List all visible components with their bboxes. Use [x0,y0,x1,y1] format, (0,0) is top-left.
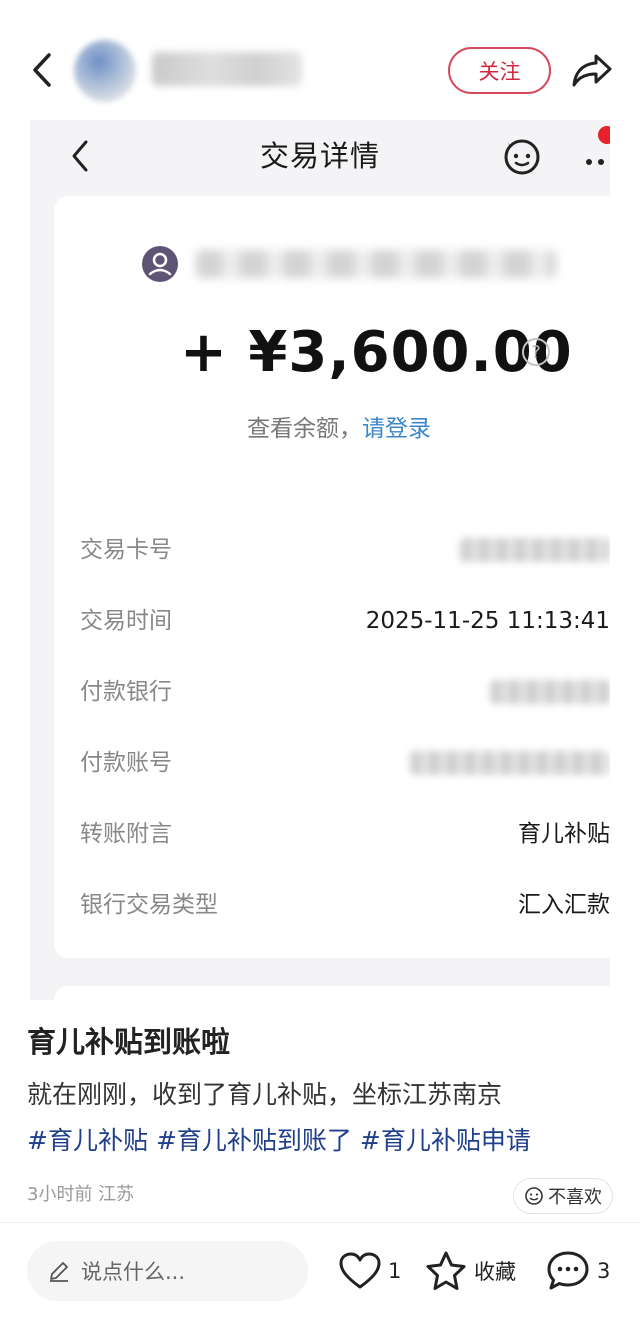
post-title: 育儿补贴到账啦 [27,1025,231,1059]
payer-account-redacted [410,751,610,775]
balance-label: 查看余额， [247,416,362,442]
comment-button[interactable]: 3 [545,1245,610,1297]
divider [0,1222,640,1223]
card-number-redacted [460,538,610,562]
payer-bank-redacted [490,680,610,704]
detail-row-remark: 转账附言 育儿补贴 [54,814,610,854]
hashtag-link[interactable]: #育儿补贴申请 [360,1126,531,1155]
question-icon: ? [522,338,550,366]
more-icon [583,140,610,180]
detail-label: 交易时间 [80,608,172,634]
detail-label: 转账附言 [80,821,172,847]
transaction-amount: + ¥3,600.00 [180,320,573,385]
author-name-redacted[interactable] [152,52,302,86]
detail-row-type: 银行交易类型 汇入汇款 [54,885,610,925]
comment-input[interactable]: 说点什么... [27,1241,308,1301]
screenshot-header: 交易详情 [30,120,610,196]
pencil-icon [50,1262,68,1282]
follow-button[interactable]: 关注 [448,47,551,94]
comment-bubble-icon [547,1251,589,1290]
dislike-label: 不喜欢 [548,1187,602,1208]
balance-row: 查看余额，请登录 [54,412,610,446]
author-avatar[interactable] [74,40,136,102]
transaction-screenshot: 交易详情 + ¥3,600.00 ? 查看余额，请登录 交易卡号 交易时间 20… [30,120,610,1000]
dislike-button[interactable]: 不喜欢 [513,1178,613,1214]
back-arrow-icon [33,53,51,87]
hashtag-link[interactable]: #育儿补贴到账了 [156,1126,352,1155]
comment-count: 3 [597,1259,611,1283]
detail-row-payer-bank: 付款银行 [54,672,610,712]
heart-icon [339,1252,381,1289]
top-bar: 关注 [0,0,640,120]
detail-row-time: 交易时间 2025-11-25 11:13:41 [54,601,610,641]
detail-label: 银行交易类型 [80,892,218,918]
like-count: 1 [388,1259,402,1283]
notification-badge [598,126,610,144]
login-link: 请登录 [362,416,431,442]
share-button[interactable] [570,50,614,90]
bot-face-icon [502,136,542,176]
collect-button[interactable]: 收藏 [424,1245,516,1297]
like-button[interactable]: 1 [338,1245,401,1297]
detail-label: 付款银行 [80,679,172,705]
post-body: 就在刚刚，收到了育儿补贴，坐标江苏南京 [27,1080,503,1109]
detail-row-payer-account: 付款账号 [54,743,610,783]
detail-label: 交易卡号 [80,537,172,563]
collect-label: 收藏 [474,1260,516,1284]
hashtag-link[interactable]: #育儿补贴 [27,1126,148,1155]
share-icon [572,54,612,87]
star-icon [426,1251,466,1290]
payer-name-redacted [196,250,556,278]
detail-row-card-number: 交易卡号 [54,530,610,570]
transaction-card: + ¥3,600.00 ? 查看余额，请登录 交易卡号 交易时间 2025-11… [54,196,610,958]
next-card-edge [54,986,610,1000]
detail-value: 汇入汇款 [518,892,610,918]
post-meta: 3小时前 江苏 [27,1184,135,1205]
detail-value: 2025-11-25 11:13:41 [365,608,610,634]
post-tags: #育儿补贴 #育儿补贴到账了 #育儿补贴申请 [27,1121,539,1161]
smile-icon [525,1187,543,1205]
detail-value: 育儿补贴 [518,821,610,847]
detail-label: 付款账号 [80,750,172,776]
back-button[interactable] [24,48,60,92]
user-icon [142,246,178,282]
comment-placeholder: 说点什么... [81,1260,186,1284]
